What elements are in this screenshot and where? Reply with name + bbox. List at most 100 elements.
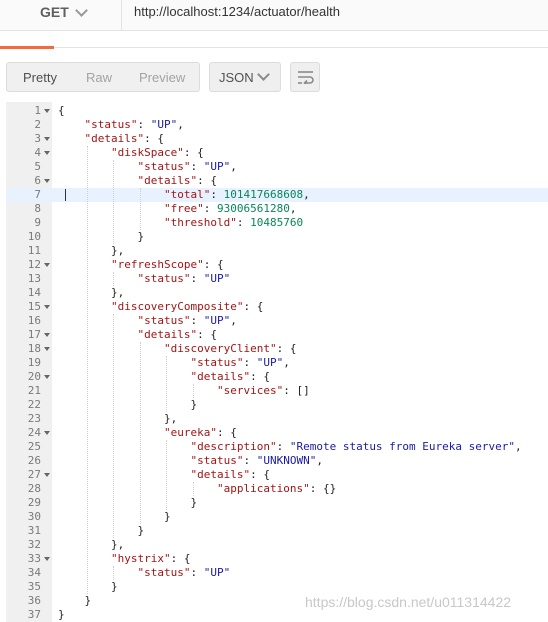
response-body-editor[interactable]: 1{2 "status": "UP", 3 "details": {4 "diskSpa…: [6, 102, 548, 622]
json-key: "diskSpace": [111, 146, 184, 159]
json-key: "refreshScope": [111, 258, 204, 271]
view-mode-group: Pretty Raw Preview: [6, 62, 200, 92]
code-text: "threshold": 10485760: [164, 216, 304, 229]
response-tab-strip: [0, 46, 548, 49]
format-select[interactable]: JSON: [209, 62, 281, 92]
code-text: "hystrix": {: [111, 552, 191, 565]
line-number: 12: [27, 258, 41, 271]
line-number: 14: [27, 286, 41, 299]
indent-guide: [192, 384, 194, 398]
code-text: "refreshScope": {: [111, 258, 224, 271]
line-number: 8: [34, 202, 41, 215]
wrap-lines-button[interactable]: [290, 62, 320, 92]
code-text: "services": []: [217, 384, 310, 397]
indent-guide: [113, 566, 114, 580]
json-string: "Remote status from Eureka server": [289, 440, 516, 453]
line-number: 18: [27, 342, 41, 355]
active-tab-indicator: [0, 46, 54, 49]
line-number: 7: [34, 188, 41, 201]
line-number: 16: [27, 314, 41, 327]
line-number: 22: [27, 398, 41, 411]
fold-arrow-icon: [44, 151, 50, 155]
fold-arrow-icon: [44, 109, 50, 113]
json-string: "UP": [203, 160, 231, 173]
json-key: "discoveryClient": [164, 342, 277, 355]
tab-raw[interactable]: Raw: [86, 70, 112, 85]
code-text: }: [111, 580, 118, 593]
code-text: }: [84, 594, 92, 607]
code-text: "discoveryComposite": {: [111, 300, 264, 313]
code-text: "total": 101417668608,: [164, 188, 310, 201]
watermark: https://blog.csdn.net/u011314422: [305, 594, 512, 610]
fold-arrow-icon: [44, 137, 50, 141]
code-text: "details": {: [190, 370, 270, 383]
line-number: 33: [27, 552, 41, 565]
line-number: 36: [27, 594, 41, 607]
json-key: "details": [190, 468, 251, 481]
code-text: "status": "UP",: [137, 314, 237, 327]
tab-preview[interactable]: Preview: [139, 70, 185, 85]
chevron-down-icon: [75, 4, 88, 17]
code-text: "free": 93006561280,: [164, 202, 297, 215]
format-label: JSON: [219, 70, 254, 85]
json-key: "details": [84, 132, 145, 145]
line-number: 9: [34, 216, 41, 229]
line-number: 10: [27, 230, 41, 243]
code-text: }: [190, 398, 198, 411]
indent-guide: [166, 440, 167, 510]
indent-guide: [139, 342, 141, 524]
json-number: 93006561280: [217, 202, 290, 215]
line-number: 23: [27, 412, 41, 425]
indent-guide: [192, 482, 194, 496]
code-text: }: [164, 510, 171, 523]
indent-guide: [113, 314, 114, 538]
code-text: }: [58, 608, 65, 621]
line-number: 30: [27, 510, 41, 523]
code-text: },: [164, 412, 178, 425]
json-key: "details": [137, 328, 198, 341]
fold-arrow-icon: [44, 333, 50, 337]
json-key: "details": [137, 174, 198, 187]
code-line: 2 "status": "UP",: [6, 118, 548, 132]
code-text: "details": {: [190, 468, 270, 481]
code-text: }: [190, 496, 198, 509]
json-string: "UP": [203, 314, 231, 327]
json-string: "UP": [203, 272, 231, 285]
url-bar: GET http://localhost:1234/actuator/healt…: [0, 0, 548, 31]
wrap-lines-icon: [298, 71, 314, 84]
tab-pretty[interactable]: Pretty: [23, 70, 57, 85]
fold-arrow-icon: [44, 347, 50, 351]
line-number: 3: [34, 132, 41, 145]
fold-arrow-icon: [44, 473, 50, 477]
tab-divider: [54, 47, 548, 48]
json-key: "applications": [217, 482, 310, 495]
line-number: 4: [34, 146, 41, 159]
code-text: "status": "UP",: [137, 160, 237, 173]
line-number: 26: [27, 454, 41, 467]
json-key: "status": [137, 314, 191, 327]
line-number: 17: [27, 328, 41, 341]
json-key: "threshold": [164, 216, 237, 229]
url-input[interactable]: http://localhost:1234/actuator/health: [134, 4, 340, 19]
code-text: "eureka": {: [164, 426, 237, 439]
json-key: "hystrix": [111, 552, 171, 565]
code-text: "status": "UNKNOWN",: [190, 454, 323, 467]
method-selector[interactable]: GET: [0, 0, 122, 31]
json-key: "eureka": [164, 426, 217, 439]
code-text: "status": "UP",: [84, 118, 184, 131]
fold-arrow-icon: [44, 375, 50, 379]
line-number: 5: [34, 160, 41, 173]
line-number: 25: [27, 440, 41, 453]
json-key: "services": [217, 384, 284, 397]
line-number: 15: [27, 300, 41, 313]
code-text: "status": "UP": [137, 272, 231, 285]
code-text: }: [137, 524, 145, 537]
fold-arrow-icon: [44, 305, 50, 309]
json-key: "total": [164, 188, 211, 201]
json-number: 101417668608: [223, 188, 304, 201]
json-key: "status": [84, 118, 138, 131]
line-number: 11: [27, 244, 41, 257]
text-cursor: [65, 189, 66, 201]
fold-arrow-icon: [44, 263, 50, 267]
line-number: 24: [27, 426, 41, 439]
